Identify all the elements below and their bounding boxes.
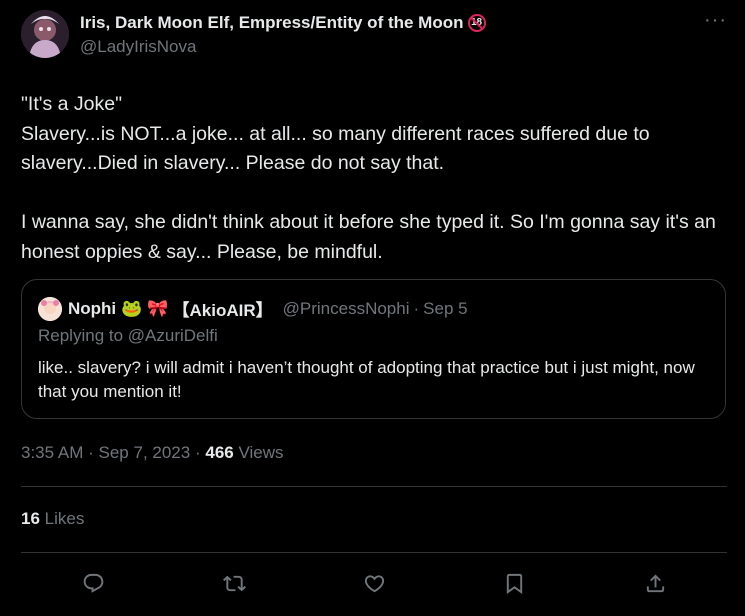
views-label: Views: [238, 443, 284, 462]
action-bar: [0, 565, 745, 601]
like-button[interactable]: [356, 565, 392, 601]
bookmark-icon: [506, 573, 522, 594]
quote-date[interactable]: Sep 5: [423, 299, 467, 319]
quote-avatar[interactable]: [38, 296, 62, 321]
like-icon: [364, 574, 384, 592]
tweet-text: "It's a Joke" Slavery...is NOT...a joke.…: [21, 93, 716, 263]
retweet-button[interactable]: [216, 565, 252, 601]
meta-separator-2: ·: [194, 443, 201, 462]
quote-header: Nophi 🐸 🎀 【AkioAIR】 @PrincessNophi · Sep…: [38, 296, 468, 321]
author-avatar[interactable]: [21, 10, 69, 58]
divider: [21, 552, 727, 553]
quote-author-handle: @PrincessNophi: [282, 298, 410, 318]
quote-separator: ·: [413, 298, 420, 318]
divider: [21, 486, 727, 487]
quote-author-tag: 【AkioAIR】: [172, 301, 273, 320]
frog-icon: 🐸: [121, 298, 143, 318]
reply-button[interactable]: [75, 565, 111, 601]
tweet-time[interactable]: 3:35 AM: [21, 443, 83, 462]
more-icon[interactable]: ···: [704, 10, 727, 30]
retweet-icon: [222, 575, 246, 591]
tweet-meta: 3:35 AM · Sep 7, 2023 · 466 Views: [21, 443, 284, 463]
quote-replying-to: Replying to @AzuriDelfi: [38, 326, 218, 345]
author-block: Iris, Dark Moon Elf, Empress/Entity of t…: [80, 12, 486, 57]
ribbon-icon: 🎀: [147, 298, 169, 318]
author-name-text: Iris, Dark Moon Elf, Empress/Entity of t…: [80, 13, 464, 32]
avatar-image: [21, 10, 69, 58]
share-button[interactable]: [637, 565, 673, 601]
likes-count: 16: [21, 509, 40, 528]
bookmark-button[interactable]: [496, 565, 532, 601]
quote-avatar-image: [38, 296, 62, 321]
quoted-tweet[interactable]: Nophi 🐸 🎀 【AkioAIR】 @PrincessNophi · Sep…: [21, 279, 726, 419]
reply-icon: [83, 573, 103, 593]
views-count: 466: [205, 443, 234, 462]
likes-link[interactable]: 16 Likes: [21, 509, 84, 529]
quote-author-name[interactable]: Nophi: [68, 299, 116, 319]
age-restriction-icon: 18: [467, 14, 486, 32]
share-icon: [646, 573, 664, 592]
meta-separator: ·: [88, 443, 94, 462]
likes-label: Likes: [44, 509, 85, 528]
tweet-date[interactable]: Sep 7, 2023: [99, 443, 191, 462]
author-name[interactable]: Iris, Dark Moon Elf, Empress/Entity of t…: [80, 12, 486, 34]
author-handle[interactable]: @LadyIrisNova: [80, 37, 486, 57]
quote-text: like.. slavery? i will admit i haven’t t…: [38, 358, 695, 401]
